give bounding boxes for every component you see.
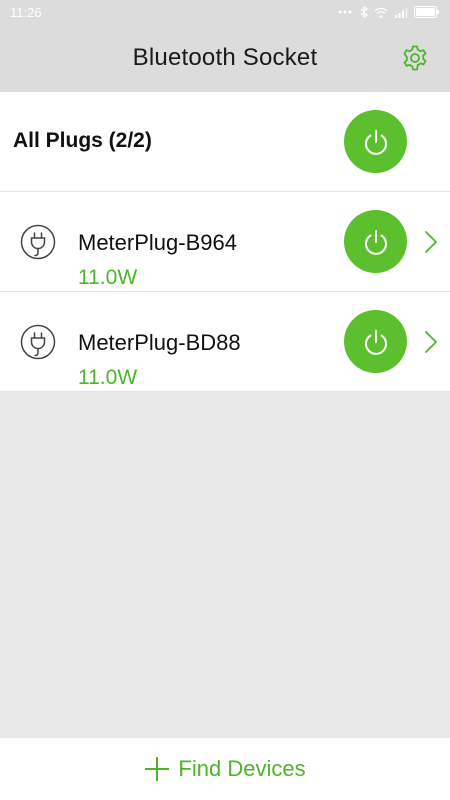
plug-icon (20, 324, 56, 360)
plus-icon (145, 757, 170, 781)
chevron-right-icon[interactable] (424, 330, 438, 354)
plug-icon (20, 224, 56, 260)
all-plugs-row: All Plugs (2/2) (0, 92, 450, 192)
device-name: MeterPlug-B964 (78, 230, 237, 255)
battery-icon (414, 6, 439, 18)
power-icon (364, 129, 387, 155)
device-power-reading: 11.0W (78, 266, 138, 289)
all-plugs-power-button[interactable] (344, 110, 407, 173)
status-bar: 11:26 (0, 0, 450, 24)
bluetooth-icon (360, 6, 368, 18)
page-title: Bluetooth Socket (132, 44, 318, 71)
wifi-icon (374, 7, 388, 18)
signal-icon (395, 7, 408, 18)
find-devices-label: Find Devices (178, 756, 306, 781)
power-icon (364, 329, 387, 355)
power-icon (364, 229, 387, 255)
device-row[interactable]: MeterPlug-B964 11.0W (0, 192, 450, 292)
device-power-button[interactable] (344, 210, 407, 273)
device-name: MeterPlug-BD88 (78, 330, 241, 355)
all-plugs-label: All Plugs (2/2) (13, 129, 152, 152)
status-icons (338, 6, 440, 18)
status-time: 11:26 (10, 4, 42, 20)
device-row[interactable]: MeterPlug-BD88 11.0W (0, 292, 450, 392)
find-devices-button[interactable]: Find Devices (144, 756, 306, 782)
settings-button[interactable] (400, 43, 430, 73)
chevron-right-icon[interactable] (424, 230, 438, 254)
app-header: Bluetooth Socket (0, 24, 450, 92)
gear-icon (403, 45, 427, 71)
footer-bar: Find Devices (0, 738, 450, 800)
device-power-reading: 11.0W (78, 366, 138, 389)
dots-icon (338, 10, 352, 14)
device-power-button[interactable] (344, 310, 407, 373)
